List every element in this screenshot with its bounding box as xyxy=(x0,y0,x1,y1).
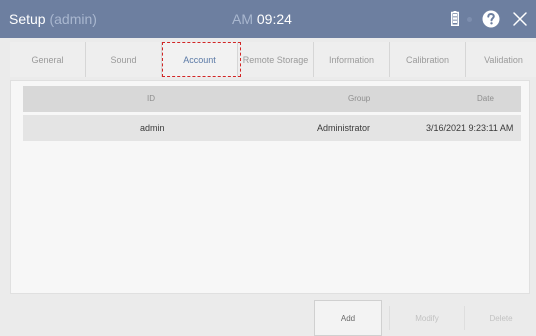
column-header-id[interactable]: ID xyxy=(147,86,155,112)
column-header-date[interactable]: Date xyxy=(477,86,494,112)
tab-account[interactable]: Account xyxy=(162,42,238,77)
account-panel: ID Group Date admin Administrator 3/16/2… xyxy=(10,80,530,294)
table-header: ID Group Date xyxy=(23,86,521,112)
divider xyxy=(389,306,390,330)
tab-validation[interactable]: Validation xyxy=(466,42,536,77)
delete-button[interactable]: Delete xyxy=(467,300,535,336)
clock: AM 09:24 xyxy=(232,10,292,28)
clock-ampm: AM xyxy=(232,11,253,27)
status-dot xyxy=(467,17,472,22)
tab-bar: General Sound Account Remote Storage Inf… xyxy=(10,42,536,77)
tab-general[interactable]: General xyxy=(10,42,86,77)
battery-icon xyxy=(451,11,459,26)
cell-id: admin xyxy=(140,123,165,133)
add-button[interactable]: Add xyxy=(314,300,382,336)
window-title: Setup (admin) xyxy=(9,10,97,28)
app-title: Setup xyxy=(9,11,46,27)
table-row[interactable]: admin Administrator 3/16/2021 9:23:11 AM xyxy=(23,115,521,141)
clock-time: 09:24 xyxy=(256,11,292,27)
tab-remote-storage[interactable]: Remote Storage xyxy=(238,42,314,77)
title-bar: Setup (admin) AM 09:24 xyxy=(0,0,536,38)
tab-calibration[interactable]: Calibration xyxy=(390,42,466,77)
logged-in-user: (admin) xyxy=(49,11,97,27)
account-table: ID Group Date admin Administrator 3/16/2… xyxy=(23,86,521,141)
cell-group: Administrator xyxy=(317,123,371,133)
divider xyxy=(464,306,465,330)
tab-information[interactable]: Information xyxy=(314,42,390,77)
close-icon[interactable] xyxy=(512,11,528,27)
cell-date: 3/16/2021 9:23:11 AM xyxy=(426,123,514,133)
help-icon[interactable] xyxy=(481,9,501,29)
column-header-group[interactable]: Group xyxy=(348,86,370,112)
tab-sound[interactable]: Sound xyxy=(86,42,162,77)
action-bar: Add Modify Delete xyxy=(10,300,530,336)
modify-button[interactable]: Modify xyxy=(393,300,461,336)
